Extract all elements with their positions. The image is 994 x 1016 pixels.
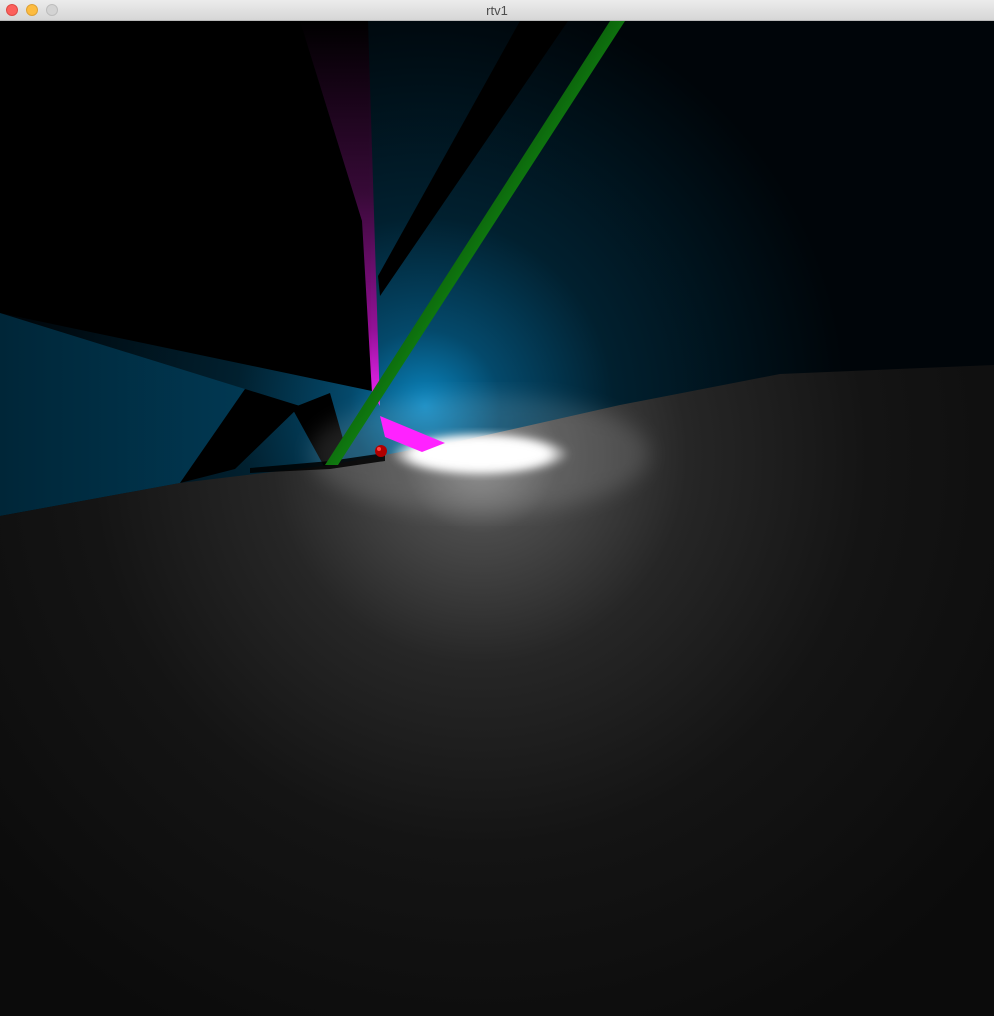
red-sphere-highlight — [377, 447, 381, 451]
title-bar[interactable]: rtv1 — [0, 0, 994, 21]
window-title: rtv1 — [486, 3, 508, 18]
red-sphere — [375, 445, 387, 457]
app-window: rtv1 — [0, 0, 994, 1016]
render-canvas[interactable] — [0, 21, 994, 1016]
